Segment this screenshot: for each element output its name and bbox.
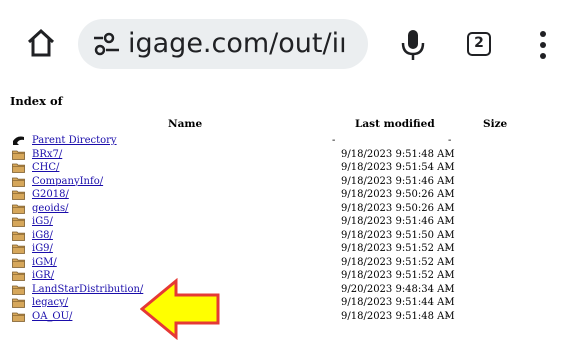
row-size: - [446, 148, 450, 160]
more-vert-icon [540, 31, 546, 59]
row-date: 9/18/2023 9:51:46 AM [341, 175, 455, 187]
folder-link[interactable]: CompanyInfo/ [32, 175, 103, 188]
list-item: iGR/9/18/2023 9:51:52 AM - [10, 269, 570, 283]
row-date: 9/18/2023 9:51:52 AM [341, 256, 455, 268]
folder-icon [12, 217, 25, 227]
folder-link[interactable]: iG5/ [32, 215, 53, 228]
page-title: Index of [10, 94, 63, 108]
folder-icon [12, 231, 25, 241]
folder-link[interactable]: BRx7/ [32, 148, 62, 161]
annotation-arrow-icon [140, 278, 220, 340]
row-date: 9/18/2023 9:51:48 AM [341, 310, 455, 322]
row-date: 9/18/2023 9:50:26 AM [341, 189, 455, 200]
row-size: - [446, 297, 450, 308]
row-size: - [446, 202, 450, 214]
folder-icon [12, 204, 25, 214]
url-text[interactable]: igage.com/out/iı [128, 26, 347, 62]
list-item: BRx7/9/18/2023 9:51:48 AM - [10, 148, 570, 162]
folder-icon [12, 163, 25, 173]
column-header-name[interactable]: Name [168, 118, 202, 130]
row-size: - [446, 270, 450, 281]
address-bar[interactable]: igage.com/out/iı [78, 19, 368, 69]
list-item: iG5/9/18/2023 9:51:46 AM - [10, 215, 570, 229]
row-size: - [446, 189, 450, 200]
page-content: Index of Name Last modified Size Parent … [0, 88, 575, 344]
folder-icon [12, 190, 25, 200]
tab-switcher-button[interactable]: 2 [467, 32, 491, 56]
row-date: 9/18/2023 9:51:44 AM [341, 297, 455, 308]
home-icon [27, 28, 55, 57]
parent-directory-link[interactable]: Parent Directory [32, 134, 117, 147]
row-date: 9/18/2023 9:51:48 AM [341, 148, 455, 160]
folder-link[interactable]: OA_OU/ [32, 310, 72, 323]
row-size: - [448, 135, 452, 146]
folder-link[interactable]: iG8/ [32, 229, 53, 242]
browser-toolbar: igage.com/out/iı 2 [0, 0, 575, 88]
row-size: - [446, 310, 450, 322]
folder-icon [12, 177, 25, 187]
folder-link[interactable]: iG9/ [32, 242, 53, 255]
parent-directory-row: Parent Directory - - [10, 134, 570, 148]
overflow-menu-button[interactable] [535, 30, 551, 60]
voice-search-button[interactable] [400, 28, 426, 62]
tune-icon[interactable] [92, 31, 122, 57]
list-item: OA_OU/9/18/2023 9:51:48 AM - [10, 310, 570, 324]
row-date: 9/18/2023 9:50:26 AM [341, 202, 455, 214]
folder-icon [12, 150, 25, 160]
mic-icon [401, 30, 425, 60]
row-size: - [446, 216, 450, 227]
column-header-last-modified[interactable]: Last modified [355, 118, 435, 130]
row-date: 9/18/2023 9:51:50 AM [341, 229, 455, 241]
list-item: CompanyInfo/9/18/2023 9:51:46 AM - [10, 175, 570, 189]
folder-icon [12, 244, 25, 254]
row-size: - [446, 256, 450, 268]
row-date: 9/18/2023 9:51:52 AM [341, 270, 455, 281]
folder-link[interactable]: G2018/ [32, 188, 69, 201]
row-size: - [446, 229, 450, 241]
row-date: - [332, 135, 336, 146]
home-button[interactable] [24, 26, 58, 60]
folder-icon [12, 258, 25, 268]
list-item: geoids/9/18/2023 9:50:26 AM - [10, 202, 570, 216]
row-size: - [446, 243, 450, 254]
list-item: LandStarDistribution/9/20/2023 9:48:34 A… [10, 283, 570, 297]
list-item: CHC/9/18/2023 9:51:54 AM - [10, 161, 570, 175]
row-date: 9/18/2023 9:51:54 AM [341, 162, 455, 173]
folder-link[interactable]: LandStarDistribution/ [32, 283, 143, 296]
row-size: - [446, 175, 450, 187]
row-date: 9/18/2023 9:51:46 AM [341, 216, 455, 227]
folder-link[interactable]: CHC/ [32, 161, 59, 174]
list-item: iGM/9/18/2023 9:51:52 AM - [10, 256, 570, 270]
folder-icon [12, 285, 25, 295]
list-item: iG9/9/18/2023 9:51:52 AM - [10, 242, 570, 256]
list-item: legacy/9/18/2023 9:51:44 AM - [10, 296, 570, 310]
folder-link[interactable]: geoids/ [32, 202, 68, 215]
list-item: G2018/9/18/2023 9:50:26 AM - [10, 188, 570, 202]
folder-icon [12, 271, 25, 281]
row-size: - [446, 283, 450, 295]
list-item: iG8/9/18/2023 9:51:50 AM - [10, 229, 570, 243]
column-header-size[interactable]: Size [483, 118, 507, 130]
back-arrow-icon [13, 136, 24, 145]
folder-icon [12, 298, 25, 308]
folder-icon [12, 312, 25, 322]
folder-link[interactable]: iGR/ [32, 269, 54, 282]
folder-link[interactable]: legacy/ [32, 296, 68, 309]
row-date: 9/18/2023 9:51:52 AM [341, 243, 455, 254]
row-size: - [446, 162, 450, 173]
row-date: 9/20/2023 9:48:34 AM [341, 283, 455, 295]
folder-link[interactable]: iGM/ [32, 256, 57, 269]
